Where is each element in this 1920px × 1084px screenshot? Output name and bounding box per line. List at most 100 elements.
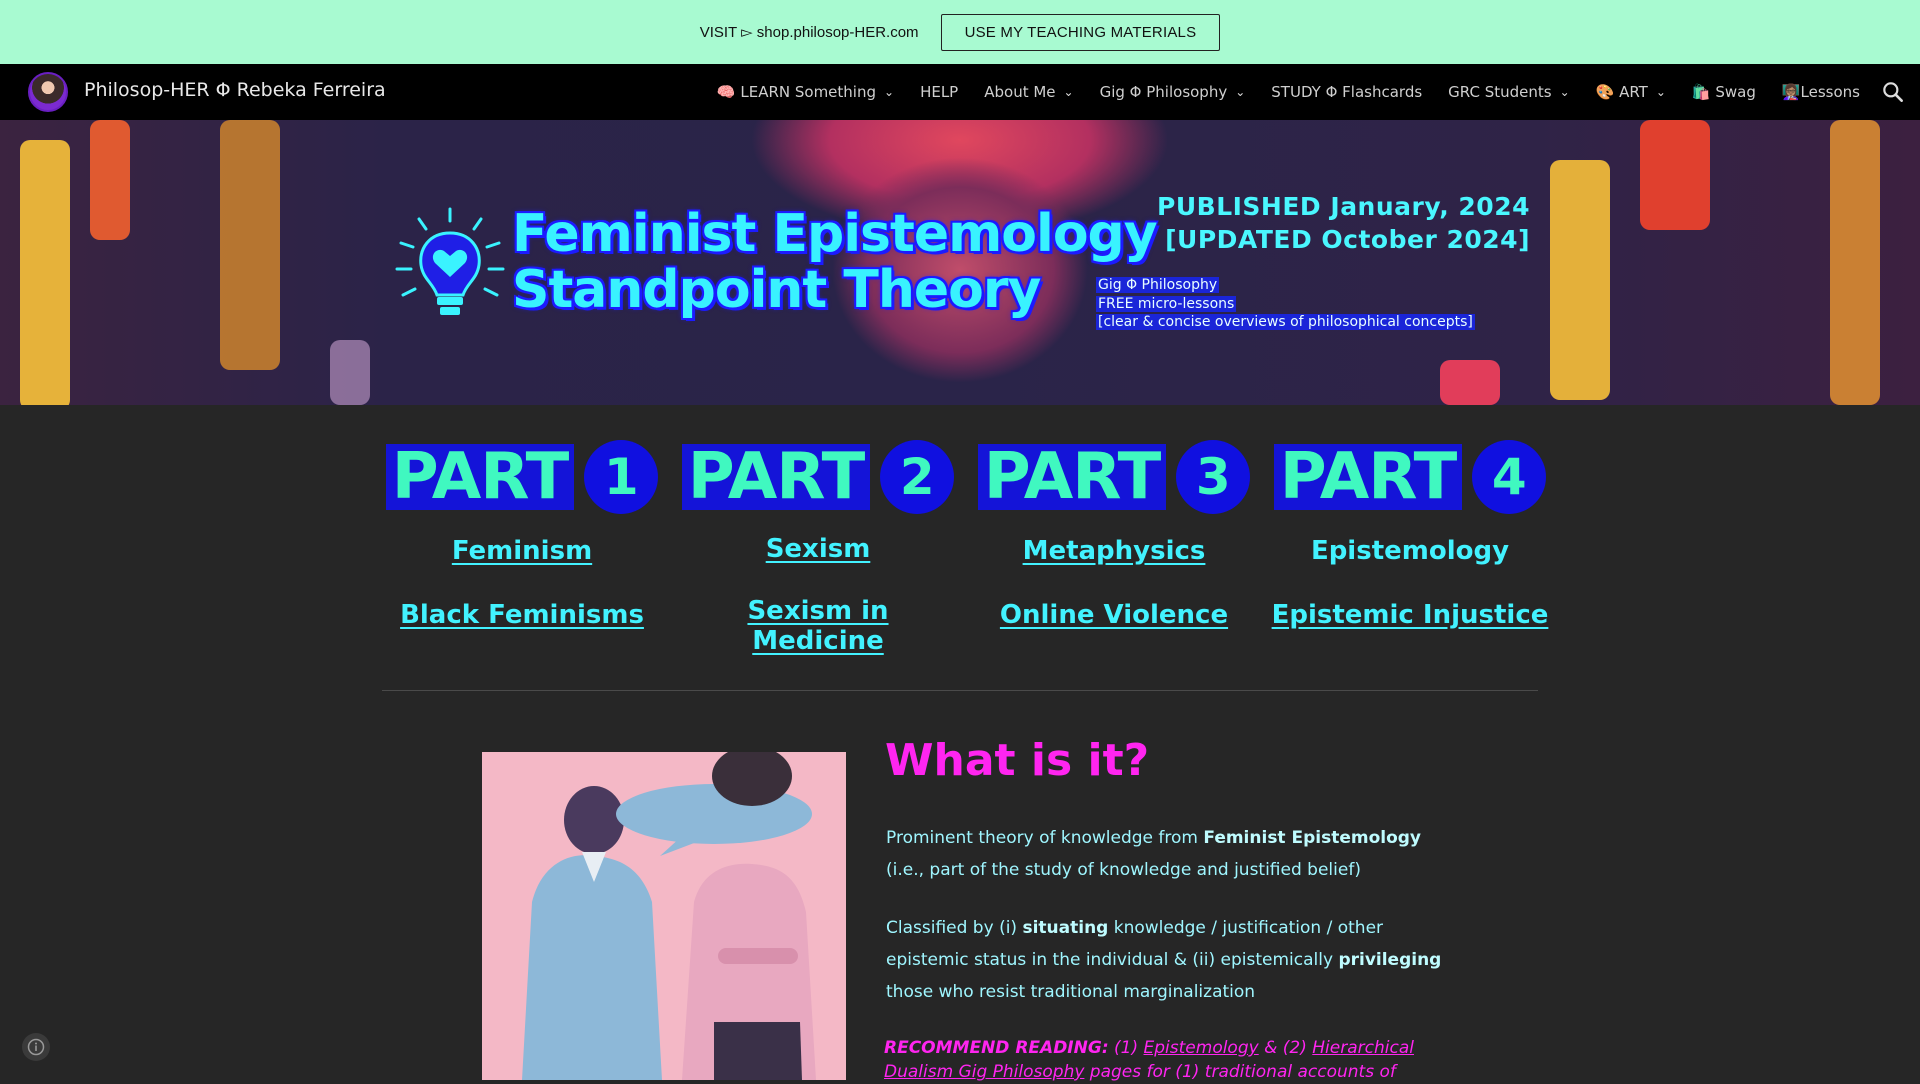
announcement-text[interactable]: VISIT ▻ shop.philosop-HER.com: [700, 23, 919, 41]
part-heading: PART 3: [974, 440, 1254, 514]
nav-item-label: GRC Students: [1448, 83, 1552, 101]
nav-item-label: 🛍️ Swag: [1691, 83, 1756, 101]
micro-lessons-caption: Gig Φ Philosophy FREE micro-lessons [cle…: [1096, 276, 1475, 332]
micro-line: [clear & concise overviews of philosophi…: [1096, 314, 1475, 330]
avatar[interactable]: [28, 72, 68, 112]
part-word: PART: [681, 444, 871, 510]
nav-item-label: About Me: [984, 83, 1056, 101]
decor-tube: [90, 120, 130, 240]
illustration-image: [482, 752, 846, 1080]
lightbulb-heart-icon: [395, 207, 505, 315]
nav-item-label: 🎨 ART: [1595, 83, 1648, 101]
micro-line: FREE micro-lessons: [1096, 295, 1237, 312]
nav-item-grc-students[interactable]: GRC Students ⌄: [1448, 83, 1569, 101]
nav-item-label: Gig Φ Philosophy: [1099, 83, 1228, 101]
link-epistemology[interactable]: Epistemology: [1144, 1038, 1259, 1058]
link-sexism-in-medicine[interactable]: Sexism in Medicine: [678, 596, 958, 656]
banner-title: Feminist Epistemology Standpoint Theory: [512, 204, 1158, 320]
paragraph-2: Classified by (i) situating knowledge / …: [886, 912, 1446, 1008]
bold-term: situating: [1022, 918, 1109, 938]
nav-item-art[interactable]: 🎨 ART ⌄: [1596, 83, 1666, 101]
decor-tube: [220, 120, 280, 370]
link-black-feminisms[interactable]: Black Feminisms: [382, 600, 662, 630]
nav-item-label: STUDY Φ Flashcards: [1271, 83, 1423, 101]
recommend-reading: RECOMMEND READING: (1) Epistemology & (2…: [884, 1036, 1444, 1084]
article-body: Prominent theory of knowledge from Femin…: [886, 822, 1446, 1034]
part-word: PART: [977, 444, 1167, 510]
link-metaphysics[interactable]: Metaphysics: [974, 536, 1254, 566]
section-divider: [382, 690, 1538, 691]
recommend-label: RECOMMEND READING:: [884, 1038, 1109, 1058]
decor-tube: [1550, 160, 1610, 400]
text: Prominent theory of knowledge from: [886, 828, 1204, 848]
chevron-down-icon: ⌄: [884, 85, 895, 99]
chevron-down-icon: ⌄: [1063, 85, 1074, 99]
part-column-1: PART 1 Feminism Black Feminisms: [382, 440, 662, 630]
section-heading: What is it?: [885, 735, 1150, 786]
part-number: 4: [1472, 440, 1547, 514]
teaching-materials-button[interactable]: USE MY TEACHING MATERIALS: [940, 13, 1221, 51]
site-title[interactable]: Philosop-HER Φ Rebeka Ferreira: [84, 79, 386, 101]
part-column-3: PART 3 Metaphysics Online Violence: [974, 440, 1254, 630]
nav-item-swag[interactable]: 🛍️ Swag: [1692, 83, 1756, 101]
part-heading: PART 1: [382, 440, 662, 514]
text: those who resist traditional marginaliza…: [886, 982, 1256, 1002]
nav-item-lessons[interactable]: 👩🏽‍🏫Lessons: [1782, 83, 1860, 101]
decor-tube: [20, 140, 70, 405]
nav-item-flashcards[interactable]: STUDY Φ Flashcards: [1271, 83, 1422, 101]
nav-item-label: 👩🏽‍🏫Lessons: [1781, 83, 1860, 101]
text: (1): [1108, 1038, 1144, 1058]
bold-term: privileging: [1338, 950, 1442, 970]
current-page-epistemology: Epistemology: [1310, 536, 1510, 566]
text: Classified by (i): [886, 918, 1023, 938]
nav-item-label: HELP: [920, 83, 959, 101]
parts-grid: PART 1 Feminism Black Feminisms PART 2 S…: [382, 440, 1548, 660]
part-column-2: PART 2 Sexism Sexism in Medicine: [678, 440, 958, 656]
nav-item-help[interactable]: HELP: [920, 83, 958, 101]
hero-banner: Feminist Epistemology Standpoint Theory …: [0, 120, 1920, 405]
updated-date: [UPDATED October 2024]: [1165, 225, 1530, 254]
link-online-violence[interactable]: Online Violence: [974, 600, 1254, 630]
top-nav: Philosop-HER Φ Rebeka Ferreira 🧠 LEARN S…: [0, 64, 1920, 120]
part-heading: PART 2: [678, 440, 958, 514]
part-number: 2: [880, 440, 955, 514]
illustration-svg: [482, 752, 846, 1080]
published-info: PUBLISHED January, 2024 [UPDATED October…: [1157, 190, 1530, 256]
decor-tube: [1830, 120, 1880, 405]
info-glyph: [27, 1038, 45, 1056]
paragraph-1: Prominent theory of knowledge from Femin…: [886, 822, 1446, 886]
micro-line: Gig Φ Philosophy: [1096, 277, 1220, 293]
link-hierarchical[interactable]: Hierarchical: [1312, 1038, 1414, 1058]
link-feminism[interactable]: Feminism: [382, 536, 662, 566]
decor-tube: [1440, 360, 1500, 405]
link-hierarchical-dualism[interactable]: Dualism Gig Philosophy: [884, 1062, 1084, 1082]
nav-item-learn[interactable]: 🧠 LEARN Something ⌄: [717, 83, 894, 101]
nav-item-label: 🧠 LEARN Something: [716, 83, 876, 101]
link-sexism[interactable]: Sexism: [678, 534, 958, 564]
part-number: 3: [1176, 440, 1251, 514]
published-date: PUBLISHED January, 2024: [1157, 192, 1530, 221]
decor-tube: [1640, 120, 1710, 230]
link-epistemic-injustice[interactable]: Epistemic Injustice: [1270, 600, 1550, 630]
part-column-4: PART 4 Epistemology Epistemic Injustice: [1270, 440, 1550, 630]
part-word: PART: [385, 444, 575, 510]
banner-title-line2: Standpoint Theory: [512, 260, 1041, 320]
announcement-bar: VISIT ▻ shop.philosop-HER.com USE MY TEA…: [0, 0, 1920, 64]
part-word: PART: [1273, 444, 1463, 510]
chevron-down-icon: ⌄: [1655, 85, 1666, 99]
nav-menu: 🧠 LEARN Something ⌄ HELP About Me ⌄ Gig Φ …: [691, 64, 1860, 120]
info-icon[interactable]: [22, 1033, 50, 1061]
bold-term: Feminist Epistemology: [1203, 828, 1422, 848]
chevron-down-icon: ⌄: [1559, 85, 1570, 99]
nav-item-gig-philosophy[interactable]: Gig Φ Philosophy ⌄: [1100, 83, 1246, 101]
chevron-down-icon: ⌄: [1235, 85, 1246, 99]
nav-item-about[interactable]: About Me ⌄: [984, 83, 1073, 101]
text: & (2): [1258, 1038, 1313, 1058]
text: (i.e., part of the study of knowledge an…: [886, 860, 1361, 880]
part-heading: PART 4: [1270, 440, 1550, 514]
part-number: 1: [584, 440, 659, 514]
banner-title-line1: Feminist Epistemology: [512, 204, 1158, 264]
text: pages for (1) traditional accounts of: [1084, 1062, 1396, 1082]
decor-tube: [330, 340, 370, 405]
search-icon[interactable]: [1880, 79, 1906, 105]
